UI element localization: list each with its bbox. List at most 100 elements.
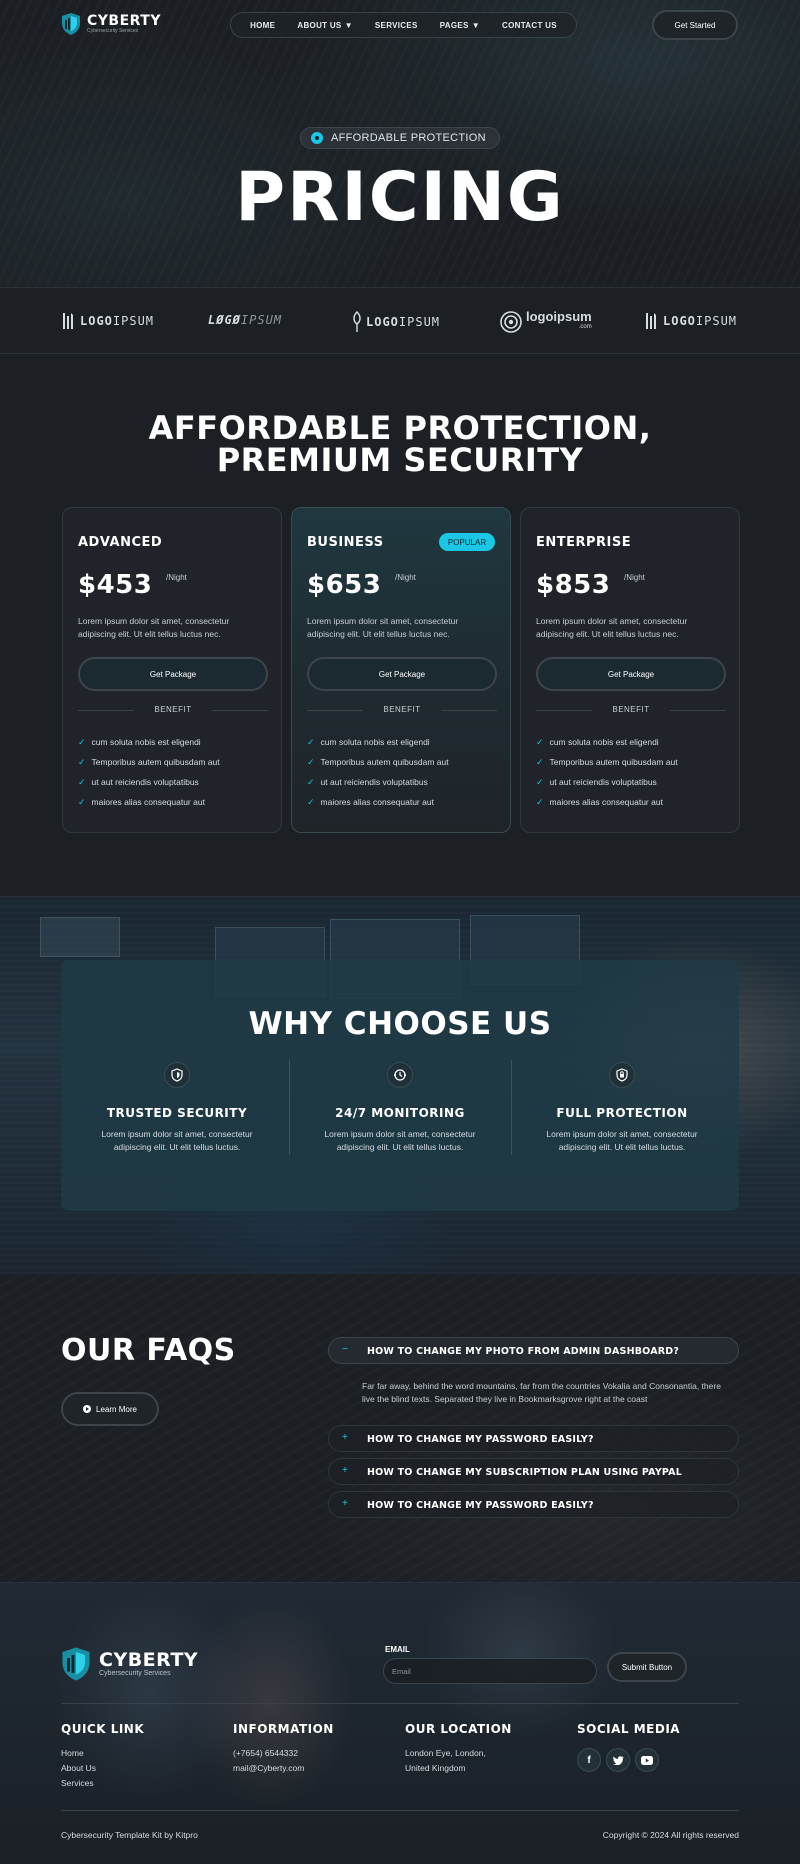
bars-logo-icon [646,313,656,329]
get-package-button[interactable]: Get Package [536,657,726,691]
partner-logo-4-a: logoipsum [526,309,592,324]
partner-logo-4-b: .com [578,324,592,330]
bars-logo-icon [63,313,73,329]
footer-information: INFORMATION (+7654) 6544332 mail@Cyberty… [233,1722,334,1776]
minus-icon: − [342,1344,348,1355]
list-item: ✓ maiores alias consequatur aut [78,792,220,812]
world-map-image [40,917,120,957]
footer-brand-tagline: Cybersecurity Services [99,1670,171,1677]
youtube-icon[interactable] [635,1748,659,1772]
footer-link-home[interactable]: Home [61,1746,144,1761]
plan-description: Lorem ipsum dolor sit amet, consectetur … [536,616,688,639]
plus-icon: + [342,1465,348,1476]
feature-list: ✓ cum soluta nobis est eligendi ✓ Temporib… [78,732,220,812]
faq-question: HOW TO CHANGE MY PHOTO FROM ADMIN DASHBO… [367,1346,680,1357]
feature-text: Lorem ipsum dolor sit amet, consectetur … [101,1129,253,1152]
nav-contact-label: CONTACT US [502,20,557,30]
feature-text: Lorem ipsum dolor sit amet, consectetur … [324,1129,476,1152]
list-item: ✓ cum soluta nobis est eligendi [536,732,678,752]
faq-item[interactable]: + HOW TO CHANGE MY PASSWORD EASILY? [328,1425,739,1452]
feature-text: ut aut reiciendis voluptatibus [320,777,428,787]
footer-social: SOCIAL MEDIA f [577,1722,680,1772]
partner-logo-1-text: LOGOIPSUM [80,314,154,328]
email-address[interactable]: mail@Cyberty.com [233,1761,334,1776]
partner-logo-2-b: IPSUM [240,313,283,327]
partner-logo-1-a: LOGO [80,314,113,328]
facebook-icon[interactable]: f [577,1748,601,1772]
feature-text: cum soluta nobis est eligendi [91,737,201,747]
email-field[interactable]: Email [383,1658,597,1684]
feature-title: TRUSTED SECURITY [106,1106,248,1120]
nav-about[interactable]: ABOUT US ▼ [297,21,352,30]
submit-button[interactable]: Submit Button [607,1652,687,1682]
plan-period: /Night [395,573,416,582]
feature-text: cum soluta nobis est eligendi [549,737,659,747]
popular-badge: POPULAR [439,533,495,551]
partner-logo-3-text: LOGOIPSUM [366,315,440,329]
get-package-button[interactable]: Get Package [307,657,497,691]
list-item: ✓ cum soluta nobis est eligendi [307,732,449,752]
divider [61,1810,739,1811]
nav-pages-label: PAGES [439,20,469,30]
plan-name: BUSINESS [307,535,384,550]
list-item: ✓ ut aut reiciendis voluptatibus [307,772,449,792]
pricing-heading-line1: AFFORDABLE PROTECTION, [148,409,652,447]
faq-question: HOW TO CHANGE MY PASSWORD EASILY? [367,1500,594,1511]
shield-lock-icon [609,1062,635,1088]
partner-logo-5-a: LOGO [663,314,696,328]
brand-name: CYBERTY [87,13,161,29]
faq-question: HOW TO CHANGE MY PASSWORD EASILY? [367,1434,594,1445]
partner-logo-2-a: LØGØ [208,313,241,327]
faq-item[interactable]: + HOW TO CHANGE MY SUBSCRIPTION PLAN USI… [328,1458,739,1485]
feature-text: maiores alias consequatur aut [320,797,434,807]
plan-price: $653 [307,570,382,600]
twitter-icon[interactable] [606,1748,630,1772]
partner-logo-5: LOGOIPSUM [645,311,737,331]
check-icon: ✓ [78,736,86,747]
nav-services-label: SERVICES [374,20,418,30]
check-icon: ✓ [307,796,315,807]
partner-logo-5-b: IPSUM [695,314,738,328]
check-icon: ✓ [536,776,544,787]
footer-link-about[interactable]: About Us [61,1761,144,1776]
partner-logo-2: LØGØIPSUM [208,313,282,327]
faq-item-open[interactable]: − HOW TO CHANGE MY PHOTO FROM ADMIN DASH… [328,1337,739,1364]
nav-contact[interactable]: CONTACT US [502,21,557,30]
phone-number[interactable]: (+7654) 6544332 [233,1746,334,1761]
partner-logo-4-text: logoipsum .com [526,309,592,333]
address-line: London Eye, London, [405,1748,486,1758]
plan-price: $853 [536,570,611,600]
partner-logo-5-text: LOGOIPSUM [663,314,737,328]
plus-icon: + [342,1432,348,1443]
plan-description: Lorem ipsum dolor sit amet, consectetur … [307,616,459,639]
partner-logo-1-b: IPSUM [112,314,155,328]
partner-logo-3-a: LOGO [366,315,399,329]
check-icon: ✓ [307,776,315,787]
feature-text: Temporibus autem quibusdam aut [91,757,220,767]
hero-badge: AFFORDABLE PROTECTION [300,127,500,149]
faq-item[interactable]: + HOW TO CHANGE MY PASSWORD EASILY? [328,1491,739,1518]
brand-logo[interactable]: CYBERTY Cybersecurity Services [61,12,161,36]
nav-pages[interactable]: PAGES ▼ [440,21,480,30]
partner-logo-2-text: LØGØIPSUM [208,313,282,327]
check-icon: ✓ [78,756,86,767]
get-started-button[interactable]: Get Started [652,10,738,40]
plan-name: ADVANCED [78,535,163,550]
learn-more-button[interactable]: Learn More [61,1392,159,1426]
nav-services[interactable]: SERVICES [375,21,418,30]
footer-quick-links: QUICK LINK Home About Us Services [61,1722,144,1791]
get-package-button[interactable]: Get Package [78,657,268,691]
footer-link-services[interactable]: Services [61,1776,144,1791]
feature-text: Temporibus autem quibusdam aut [320,757,449,767]
monitoring-icon [387,1062,413,1088]
feature-text: Lorem ipsum dolor sit amet, consectetur … [546,1129,698,1152]
address-line: United Kingdom [405,1763,466,1773]
feature-text: maiores alias consequatur aut [549,797,663,807]
feature-title: 24/7 MONITORING [335,1106,465,1120]
list-item: ✓ cum soluta nobis est eligendi [78,732,220,752]
footer-brand-logo[interactable]: CYBERTY Cybersecurity Services [61,1645,198,1683]
chevron-down-icon: ▼ [344,20,353,30]
nav-home[interactable]: HOME [250,21,275,30]
plan-description: Lorem ipsum dolor sit amet, consectetur … [78,616,230,639]
footer-brand-name: CYBERTY [99,1649,199,1671]
